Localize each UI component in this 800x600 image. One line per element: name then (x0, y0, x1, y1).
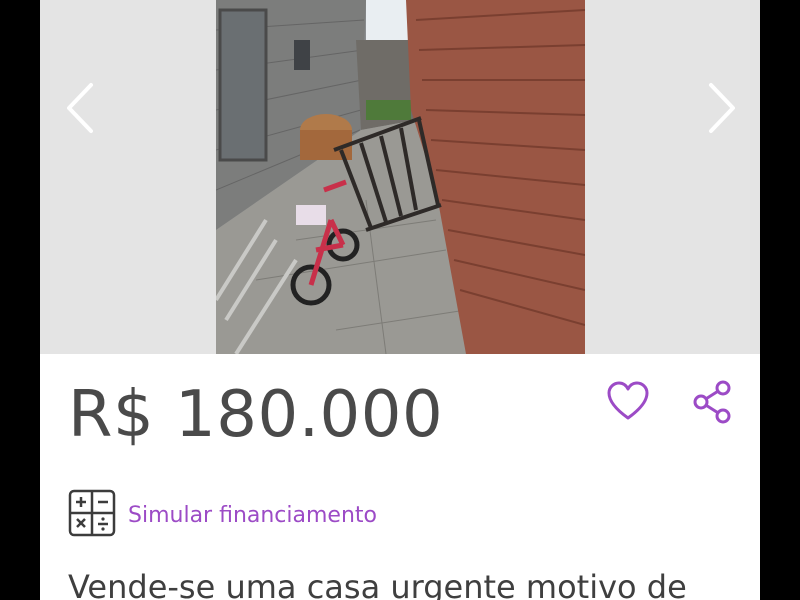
listing-page: R$ 180.000 Simular financiamento Vende-s… (40, 0, 760, 600)
heart-icon (606, 381, 650, 428)
simulate-financing-label: Simular financiamento (128, 502, 377, 528)
share-icon (692, 380, 732, 428)
listing-photo[interactable] (216, 0, 585, 354)
listing-price: R$ 180.000 (68, 378, 444, 452)
simulate-financing-link[interactable]: Simular financiamento (68, 489, 377, 541)
favorite-button[interactable] (606, 380, 650, 424)
chevron-left-icon (63, 81, 97, 139)
chevron-right-icon (705, 81, 739, 139)
calculator-icon (68, 489, 116, 541)
photo-gallery[interactable] (40, 0, 760, 354)
share-button[interactable] (692, 380, 732, 424)
prev-photo-button[interactable] (50, 80, 110, 140)
next-photo-button[interactable] (692, 80, 752, 140)
listing-description: Vende-se uma casa urgente motivo de (68, 568, 687, 600)
